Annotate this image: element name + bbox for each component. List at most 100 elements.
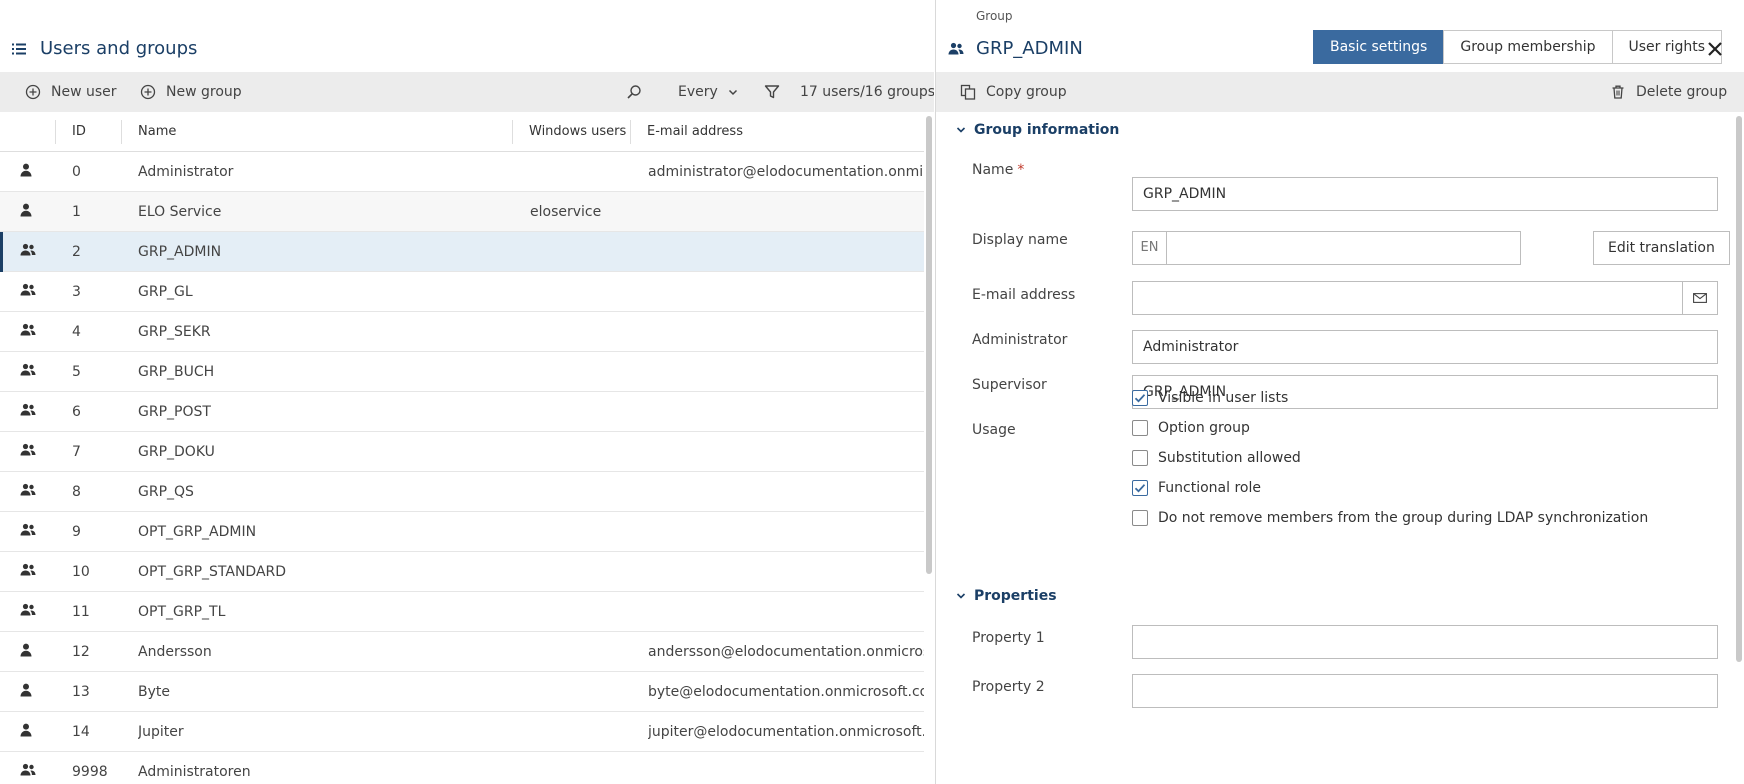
left-header: Users and groups [0, 0, 934, 72]
user-icon [20, 643, 32, 657]
edit-translation-button[interactable]: Edit translation [1593, 231, 1730, 265]
supervisor-label: Supervisor [972, 377, 1047, 393]
row-name: OPT_GRP_ADMIN [138, 524, 257, 540]
column-header-name[interactable]: Name [138, 112, 176, 152]
row-windows-user [530, 232, 640, 272]
table-row[interactable]: 6 GRP_POST [0, 392, 924, 432]
group-icon [20, 283, 36, 297]
user-group-count: 17 users/16 groups [800, 84, 934, 100]
row-windows-user: eloservice [530, 204, 602, 220]
row-id: 0 [72, 164, 81, 180]
section-group-information[interactable]: Group information [956, 122, 1119, 138]
copy-group-button[interactable]: Copy group [960, 72, 1067, 112]
tab-group-membership[interactable]: Group membership [1443, 30, 1613, 64]
row-id: 6 [72, 404, 81, 420]
trash-icon [1610, 84, 1626, 100]
usage-option[interactable]: Do not remove members from the group dur… [1132, 510, 1648, 526]
property1-field[interactable] [1132, 625, 1718, 659]
checkbox-checked[interactable] [1132, 480, 1148, 496]
search-button[interactable] [626, 72, 642, 112]
row-email [648, 472, 924, 512]
row-id: 1 [72, 204, 81, 220]
administrator-field[interactable]: Administrator [1132, 330, 1718, 364]
usage-option[interactable]: Option group [1132, 420, 1250, 436]
checkbox-unchecked[interactable] [1132, 420, 1148, 436]
table-row[interactable]: 12 Andersson andersson@elodocumentation.on… [0, 632, 924, 672]
table-row[interactable]: 4 GRP_SEKR [0, 312, 924, 352]
table-row[interactable]: 3 GRP_GL [0, 272, 924, 312]
row-id: 10 [72, 564, 90, 580]
row-id: 3 [72, 284, 81, 300]
chevron-down-icon [728, 87, 738, 97]
row-name: Administratoren [138, 764, 251, 780]
list-icon[interactable] [12, 43, 26, 55]
chevron-down-icon [956, 125, 966, 135]
name-label: Name * [972, 162, 1024, 178]
usage-option[interactable]: Functional role [1132, 480, 1261, 496]
page-title: Users and groups [40, 38, 198, 59]
chevron-down-icon [956, 591, 966, 601]
section-properties[interactable]: Properties [956, 588, 1057, 604]
scrollbar[interactable] [926, 116, 932, 574]
column-divider [121, 120, 122, 144]
column-header-id[interactable]: ID [72, 112, 86, 152]
table-row[interactable]: 9 OPT_GRP_ADMIN [0, 512, 924, 552]
detail-kicker: Group [976, 9, 1013, 23]
scrollbar[interactable] [1736, 116, 1742, 662]
close-button[interactable] [1704, 38, 1726, 60]
table-row[interactable]: 8 GRP_QS [0, 472, 924, 512]
users-and-groups-pane: Users and groups New user New group Ever… [0, 0, 934, 784]
table-row[interactable]: 10 OPT_GRP_STANDARD [0, 552, 924, 592]
row-name: OPT_GRP_STANDARD [138, 564, 287, 580]
column-divider [55, 120, 56, 144]
users-groups-table: 0 Administrator administrator@elodocumenta… [0, 152, 924, 784]
tab-basic-settings[interactable]: Basic settings [1313, 30, 1445, 64]
group-icon [20, 563, 36, 577]
table-row[interactable]: 2 GRP_ADMIN [0, 232, 924, 272]
row-name: GRP_ADMIN [138, 244, 222, 260]
column-header-windows-users[interactable]: Windows users [529, 112, 626, 152]
send-email-button[interactable] [1682, 281, 1718, 315]
row-windows-user [530, 592, 640, 632]
group-icon [20, 763, 36, 777]
usage-option[interactable]: Substitution allowed [1132, 450, 1301, 466]
property1-label: Property 1 [972, 630, 1045, 646]
row-windows-user [530, 392, 640, 432]
row-name: Administrator [138, 164, 234, 180]
table-row[interactable]: 5 GRP_BUCH [0, 352, 924, 392]
administrator-label: Administrator [972, 332, 1068, 348]
delete-group-button[interactable]: Delete group [1610, 72, 1727, 112]
filter-button[interactable] [764, 72, 780, 112]
table-row[interactable]: 7 GRP_DOKU [0, 432, 924, 472]
row-id: 8 [72, 484, 81, 500]
scope-dropdown[interactable]: Every [678, 72, 738, 112]
row-email [648, 752, 924, 784]
property2-field[interactable] [1132, 674, 1718, 708]
email-field[interactable] [1132, 281, 1683, 315]
usage-option[interactable]: Visible in user lists [1132, 390, 1288, 406]
table-row[interactable]: 14 Jupiter jupiter@elodocumentation.onmicr… [0, 712, 924, 752]
new-user-label: New user [51, 84, 117, 100]
table-row[interactable]: 0 Administrator administrator@elodocumenta… [0, 152, 924, 192]
new-group-button[interactable]: New group [140, 72, 242, 112]
checkbox-unchecked[interactable] [1132, 450, 1148, 466]
display-name-field[interactable] [1166, 231, 1521, 265]
left-toolbar: New user New group Every 17 users/16 gro… [0, 72, 934, 112]
table-row[interactable]: 1 ELO Service eloservice [0, 192, 924, 232]
column-header-email[interactable]: E-mail address [647, 112, 743, 152]
row-name: GRP_DOKU [138, 444, 215, 460]
copy-icon [960, 84, 976, 100]
new-user-button[interactable]: New user [25, 72, 117, 112]
row-email: jupiter@elodocumentation.onmicrosoft.com [648, 724, 924, 740]
name-field[interactable]: GRP_ADMIN [1132, 177, 1718, 211]
checkbox-checked[interactable] [1132, 390, 1148, 406]
row-id: 4 [72, 324, 81, 340]
table-row[interactable]: 11 OPT_GRP_TL [0, 592, 924, 632]
table-row[interactable]: 9998 Administratoren [0, 752, 924, 784]
row-email [648, 392, 924, 432]
table-row[interactable]: 13 Byte byte@elodocumentation.onmicrosoft.… [0, 672, 924, 712]
filter-icon [764, 84, 780, 100]
usage-option-label: Visible in user lists [1158, 390, 1289, 406]
row-windows-user [530, 432, 640, 472]
checkbox-unchecked[interactable] [1132, 510, 1148, 526]
